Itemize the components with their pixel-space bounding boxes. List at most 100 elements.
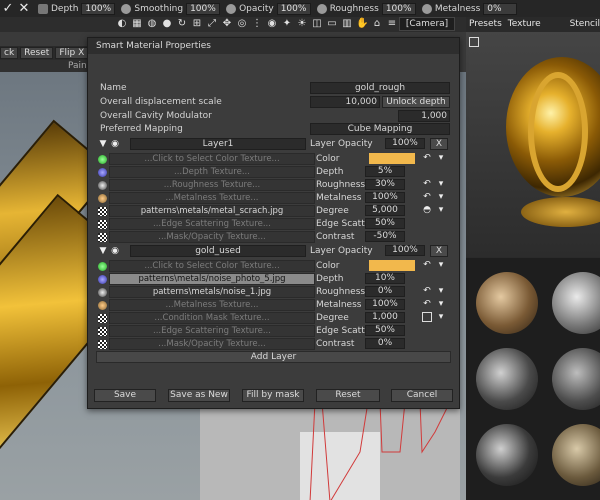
opacity-input[interactable]: 100% <box>276 2 311 15</box>
half-dome-icon[interactable]: ◓ <box>422 205 432 215</box>
rotate-icon[interactable]: ↻ <box>176 18 188 30</box>
layer1-color-texture[interactable]: ...Click to Select Color Texture... <box>109 153 315 165</box>
layer1-roughness-texture[interactable]: ...Roughness Texture... <box>109 179 315 191</box>
layer1-degree-input[interactable]: 5,000 <box>365 205 405 216</box>
collapse-icon[interactable]: ▼ <box>98 246 108 256</box>
layer1-mask-texture[interactable]: ...Mask/Opacity Texture... <box>109 231 315 243</box>
sun-icon[interactable]: ☀ <box>296 18 308 30</box>
globe-icon[interactable]: ◍ <box>146 18 158 30</box>
save-button[interactable]: Save <box>94 389 156 402</box>
grid-small-icon[interactable]: ⊞ <box>191 18 203 30</box>
undo-icon[interactable]: ↶ <box>422 260 432 270</box>
layer2-depth-texture[interactable]: patterns\metals/noise_photo_5.jpg <box>109 273 315 285</box>
layer2-delete-button[interactable]: X <box>430 245 448 257</box>
menu-icon[interactable]: ≡ <box>386 18 398 30</box>
preview-icon[interactable] <box>469 37 479 47</box>
tab-presets[interactable]: Presets <box>469 17 502 32</box>
dropdown-icon[interactable]: ▾ <box>436 299 446 309</box>
smoothing-input[interactable]: 100% <box>186 2 221 15</box>
layer2-degree-input[interactable]: 1,000 <box>365 312 405 323</box>
cavity-input[interactable]: 1,000 <box>398 110 450 122</box>
undo-icon[interactable]: ↶ <box>422 153 432 163</box>
layer1-depth-input[interactable]: 5% <box>365 166 405 177</box>
light-icon[interactable]: ✦ <box>281 18 293 30</box>
layer1-edge-texture[interactable]: ...Edge Scattering Texture... <box>109 218 315 230</box>
displacement-input[interactable]: 10,000 <box>310 96 380 108</box>
add-layer-button[interactable]: Add Layer <box>96 351 451 363</box>
layer2-metalness-texture[interactable]: ...Metalness Texture... <box>109 299 315 311</box>
left-button-ck[interactable]: ck <box>0 47 19 59</box>
metalness-input[interactable]: 0% <box>483 2 518 15</box>
dropdown-icon[interactable]: ▾ <box>436 286 446 296</box>
layer2-contrast-input[interactable]: 0% <box>365 338 405 349</box>
mapping-select[interactable]: Cube Mapping <box>310 123 450 135</box>
dots-icon[interactable]: ⋮ <box>251 18 263 30</box>
layer2-name[interactable]: gold_used <box>130 245 306 257</box>
eye-icon[interactable]: ◉ <box>266 18 278 30</box>
sphere-icon[interactable]: ● <box>161 18 173 30</box>
camera-select[interactable]: [Camera] <box>399 17 455 31</box>
tab-texture-editor[interactable]: Texture Editor <box>508 17 564 44</box>
target-icon[interactable]: ◎ <box>236 18 248 30</box>
visibility-icon[interactable]: ◉ <box>110 139 120 149</box>
layer1-name[interactable]: Layer1 <box>130 138 306 150</box>
visibility-icon[interactable]: ◉ <box>110 246 120 256</box>
tab-stencil[interactable]: Stencil <box>570 17 600 32</box>
layer2-color-texture[interactable]: ...Click to Select Color Texture... <box>109 260 315 272</box>
layer1-contrast-input[interactable]: -50% <box>365 231 405 242</box>
half-circle-icon[interactable]: ◐ <box>116 18 128 30</box>
undo-icon[interactable]: ↶ <box>422 299 432 309</box>
flip-x-button[interactable]: Flip X <box>55 47 89 59</box>
layer1-edge-input[interactable]: 50% <box>365 218 405 229</box>
undo-icon[interactable]: ↶ <box>422 192 432 202</box>
fill-by-mask-button[interactable]: Fill by mask <box>242 389 304 402</box>
layer2-roughness-texture[interactable]: patterns\metals/noise_1.jpg <box>109 286 315 298</box>
roughness-input[interactable]: 100% <box>381 2 416 15</box>
dropdown-icon[interactable]: ▾ <box>436 179 446 189</box>
depth-input[interactable]: 100% <box>81 2 116 15</box>
layer2-depth-input[interactable]: 10% <box>365 273 405 284</box>
name-input[interactable]: gold_rough <box>310 82 450 94</box>
scale-icon[interactable]: ⤢ <box>206 18 218 30</box>
dropdown-icon[interactable]: ▾ <box>436 312 446 322</box>
undo-icon[interactable]: ↶ <box>422 179 432 189</box>
preset-thumb-4[interactable] <box>552 348 600 410</box>
layer1-metalness-input[interactable]: 100% <box>365 192 405 203</box>
unlock-depth-button[interactable]: Unlock depth <box>382 96 450 108</box>
hand-icon[interactable]: ✋ <box>356 18 368 30</box>
layer1-delete-button[interactable]: X <box>430 138 448 150</box>
mirror-icon[interactable]: ◫ <box>311 18 323 30</box>
layer1-metalness-texture[interactable]: ...Metalness Texture... <box>109 192 315 204</box>
preset-thumb-3[interactable] <box>476 348 538 410</box>
preset-thumb-6[interactable] <box>552 424 600 486</box>
dropdown-icon[interactable]: ▾ <box>436 153 446 163</box>
layer1-degree-texture[interactable]: patterns\metals/metal_scrach.jpg <box>109 205 315 217</box>
reset-button[interactable]: Reset <box>316 389 380 402</box>
layer2-opacity-input[interactable]: 100% <box>385 245 425 256</box>
ruler-icon[interactable]: ▥ <box>341 18 353 30</box>
layer2-edge-input[interactable]: 50% <box>365 325 405 336</box>
lock-icon[interactable] <box>38 3 48 14</box>
layer2-edge-texture[interactable]: ...Edge Scattering Texture... <box>109 325 315 337</box>
reset-view-button[interactable]: Reset <box>20 47 54 59</box>
undo-icon[interactable]: ↶ <box>422 286 432 296</box>
preset-thumb-5[interactable] <box>476 424 538 486</box>
close-icon[interactable]: ✕ <box>16 1 32 17</box>
move-icon[interactable]: ✥ <box>221 18 233 30</box>
screen-icon[interactable]: ▭ <box>326 18 338 30</box>
layer1-opacity-input[interactable]: 100% <box>385 138 425 149</box>
layer2-roughness-input[interactable]: 0% <box>365 286 405 297</box>
layer2-color-swatch[interactable] <box>369 260 415 271</box>
layer2-condition-texture[interactable]: ...Condition Mask Texture... <box>109 312 315 324</box>
save-as-new-button[interactable]: Save as New <box>168 389 230 402</box>
dropdown-icon[interactable]: ▾ <box>436 205 446 215</box>
grid-icon[interactable]: ▦ <box>131 18 143 30</box>
preset-thumb-2[interactable] <box>552 272 600 334</box>
check-icon[interactable]: ✓ <box>0 1 16 17</box>
layer2-metalness-input[interactable]: 100% <box>365 299 405 310</box>
dropdown-icon[interactable]: ▾ <box>436 192 446 202</box>
layer2-mask-texture[interactable]: ...Mask/Opacity Texture... <box>109 338 315 350</box>
layer1-depth-texture[interactable]: ...Depth Texture... <box>109 166 315 178</box>
dropdown-icon[interactable]: ▾ <box>436 260 446 270</box>
layer1-roughness-input[interactable]: 30% <box>365 179 405 190</box>
